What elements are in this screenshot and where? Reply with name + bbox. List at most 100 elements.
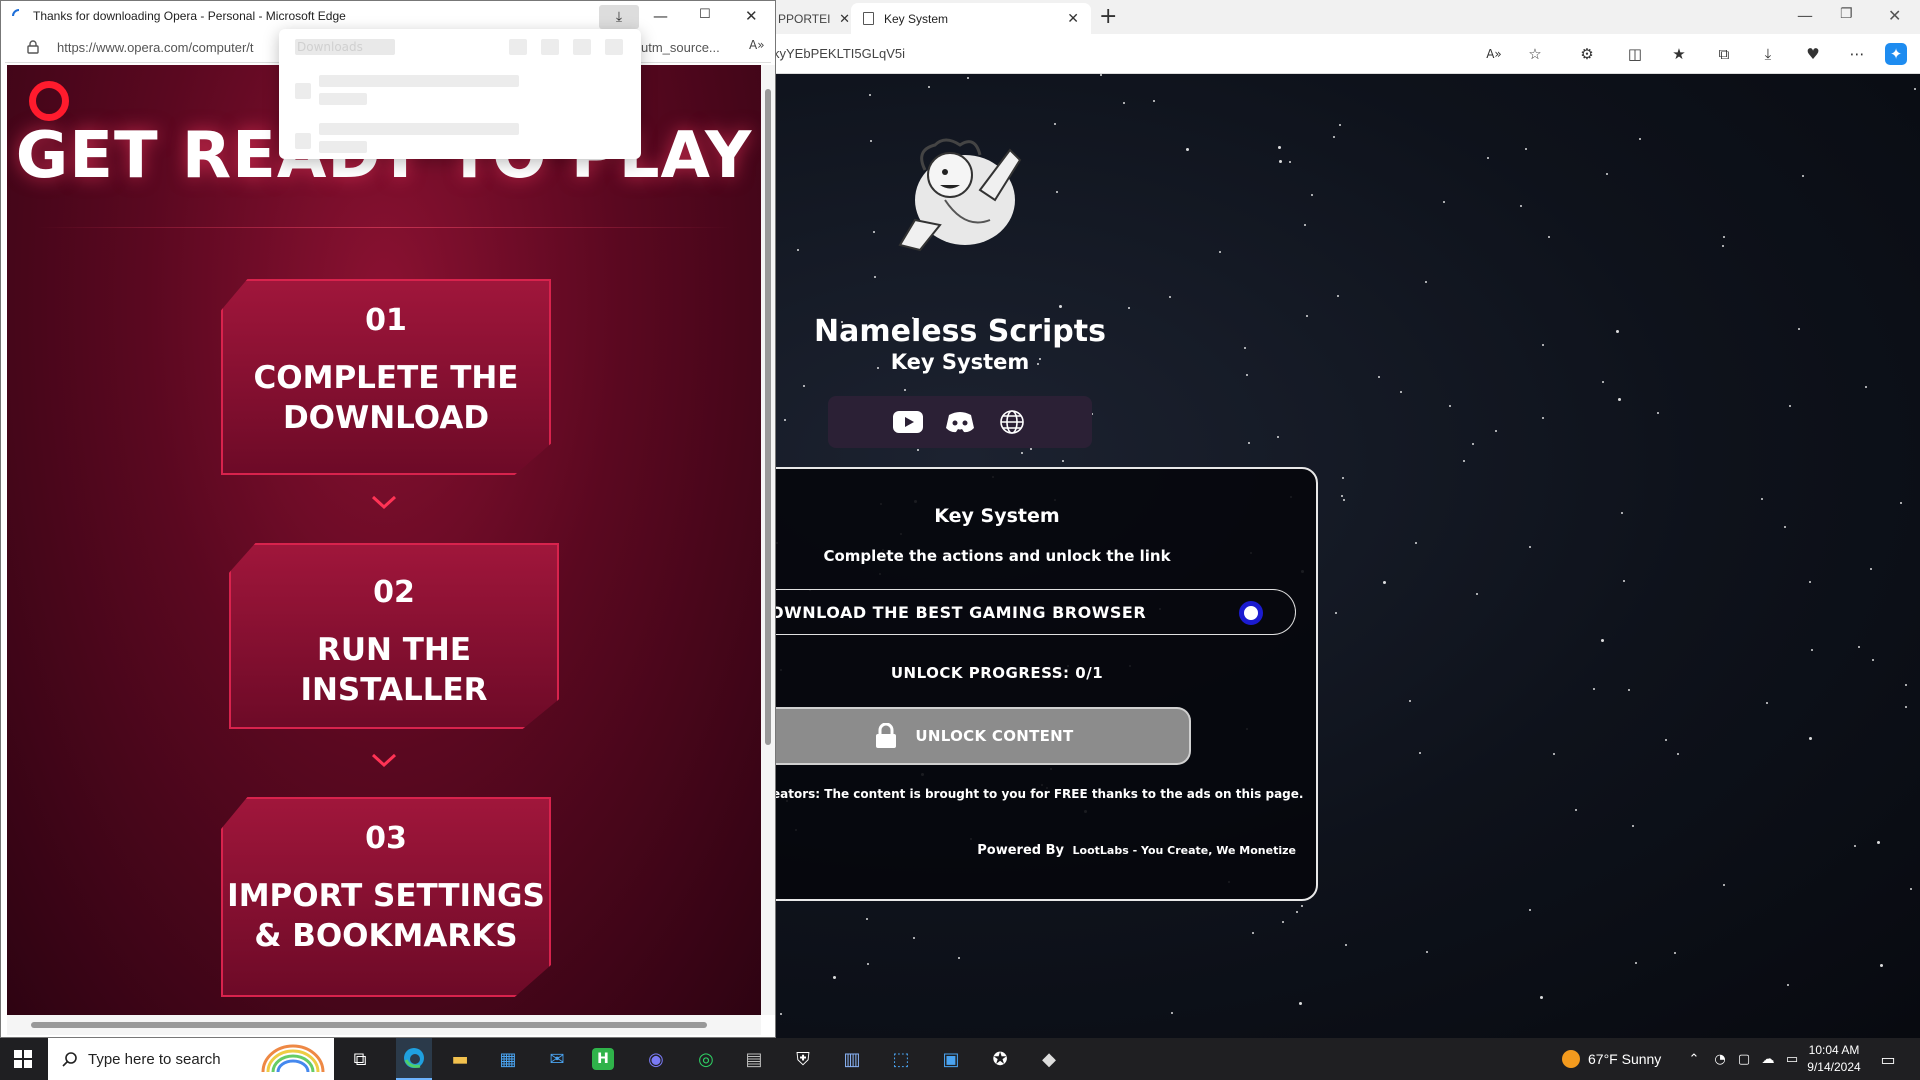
globe-icon[interactable] bbox=[997, 409, 1027, 435]
edge-browser-icon[interactable] bbox=[396, 1038, 432, 1080]
weather-widget[interactable]: 67°F Sunny bbox=[1562, 1050, 1661, 1068]
tab-key-system[interactable]: Key System ✕ bbox=[851, 3, 1091, 34]
star-dot bbox=[1864, 385, 1867, 388]
youtube-icon[interactable] bbox=[893, 409, 923, 435]
read-aloud-icon[interactable]: A» bbox=[749, 38, 765, 52]
tab-supported[interactable]: PPORTEI ✕ bbox=[776, 3, 856, 34]
task-view-icon[interactable]: ⧉ bbox=[346, 1045, 374, 1073]
close-icon[interactable]: ✕ bbox=[839, 11, 850, 27]
star-dot bbox=[1877, 840, 1881, 844]
star-dot bbox=[1529, 545, 1532, 548]
star-dot bbox=[796, 249, 799, 252]
downloads-button[interactable]: ⤓ bbox=[599, 5, 639, 29]
download-item-status bbox=[319, 93, 367, 105]
system-clock[interactable]: 10:04 AM 9/14/2024 bbox=[1802, 1042, 1866, 1076]
notifications-icon[interactable]: ▭ bbox=[1874, 1045, 1902, 1073]
scrollbar-thumb[interactable] bbox=[765, 89, 771, 745]
star-dot bbox=[1808, 581, 1811, 583]
discord-icon[interactable]: ◉ bbox=[642, 1045, 670, 1073]
download-icon[interactable]: ⤓ bbox=[1757, 43, 1779, 65]
more-icon[interactable]: ⋯ bbox=[1846, 43, 1868, 65]
unlock-content-button[interactable]: UNLOCK CONTENT bbox=[760, 707, 1191, 765]
star-dot bbox=[1296, 911, 1299, 914]
window-titlebar: Thanks for downloading Opera - Personal … bbox=[1, 1, 775, 31]
lootlabs-link[interactable]: LootLabs - You Create, We Monetize bbox=[1073, 844, 1296, 857]
star-dot bbox=[1425, 951, 1428, 954]
star-dot bbox=[803, 384, 806, 387]
more-icon[interactable] bbox=[573, 39, 591, 55]
snipping-tool-icon[interactable]: ⬚ bbox=[887, 1045, 915, 1073]
star-dot bbox=[1904, 683, 1907, 686]
download-item-name[interactable] bbox=[319, 75, 519, 87]
star-dot bbox=[1344, 944, 1347, 947]
download-item-name[interactable] bbox=[319, 123, 519, 135]
favorite-star-icon[interactable]: ☆ bbox=[1524, 43, 1546, 65]
star-dot bbox=[1185, 148, 1189, 152]
step-number: 01 bbox=[365, 303, 407, 338]
task-status-radio[interactable] bbox=[1239, 601, 1263, 625]
discord-icon[interactable] bbox=[945, 409, 975, 435]
lock-icon bbox=[876, 723, 897, 748]
url-tail-text: utm_source... bbox=[641, 40, 720, 55]
close-button[interactable]: ✕ bbox=[745, 7, 758, 25]
file-icon bbox=[295, 133, 311, 149]
address-bar[interactable]: kyYEbPEKLTI5GLqV5i bbox=[773, 46, 905, 61]
vertical-scrollbar[interactable] bbox=[761, 65, 775, 1015]
new-tab-button[interactable]: + bbox=[1099, 4, 1117, 29]
star-dot bbox=[783, 419, 786, 422]
scrollbar-thumb[interactable] bbox=[31, 1022, 707, 1028]
system-monitor-icon[interactable]: ▤ bbox=[740, 1045, 768, 1073]
star-dot bbox=[1905, 706, 1908, 709]
star-dot bbox=[1414, 541, 1417, 544]
browser-essentials-icon[interactable]: ♥ bbox=[1802, 43, 1824, 65]
star-dot bbox=[1303, 224, 1306, 227]
star-dot bbox=[928, 86, 931, 89]
read-aloud-icon[interactable]: A» bbox=[1483, 43, 1505, 65]
downloads-flyout: Downloads bbox=[279, 29, 641, 159]
show-hidden-icons-icon[interactable]: ⌃ bbox=[1680, 1045, 1708, 1073]
windows-taskbar: Type here to search ⧉ ▬ ▦ ✉ H ◉ ◎ ▤ ⛨ ▥ … bbox=[0, 1038, 1920, 1080]
open-folder-icon[interactable] bbox=[509, 39, 527, 55]
star-dot bbox=[1872, 658, 1875, 661]
mail-icon[interactable]: ✉ bbox=[543, 1045, 571, 1073]
windows-start-icon[interactable] bbox=[14, 1050, 32, 1068]
star-dot bbox=[1760, 497, 1763, 500]
maximize-button[interactable]: ☐ bbox=[699, 7, 711, 22]
roblox-icon[interactable]: ◆ bbox=[1035, 1045, 1063, 1073]
close-button[interactable]: ✕ bbox=[1888, 6, 1901, 25]
star-dot bbox=[1289, 160, 1292, 163]
taskbar-search-box[interactable]: Type here to search bbox=[48, 1038, 334, 1080]
close-icon[interactable]: ✕ bbox=[1067, 10, 1079, 27]
star-dot bbox=[1476, 592, 1479, 595]
star-dot bbox=[1128, 306, 1131, 309]
notepad-icon[interactable]: ▥ bbox=[838, 1045, 866, 1073]
star-app-icon[interactable]: ✪ bbox=[986, 1045, 1014, 1073]
horizontal-scrollbar[interactable] bbox=[7, 1015, 761, 1035]
star-dot bbox=[1487, 156, 1490, 159]
restore-button[interactable]: ❐ bbox=[1840, 6, 1853, 22]
opera-logo-icon[interactable] bbox=[29, 81, 69, 121]
window-app-icon[interactable]: ▣ bbox=[937, 1045, 965, 1073]
minimize-button[interactable]: — bbox=[653, 7, 668, 25]
task-download-browser[interactable]: OWNLOAD THE BEST GAMING BROWSER bbox=[760, 589, 1296, 635]
h-app-icon[interactable]: H bbox=[592, 1048, 614, 1070]
file-explorer-icon[interactable]: ▬ bbox=[446, 1045, 474, 1073]
star-dot bbox=[1766, 702, 1769, 705]
whatsapp-icon[interactable]: ◎ bbox=[692, 1045, 720, 1073]
microsoft-store-icon[interactable]: ▦ bbox=[494, 1045, 522, 1073]
search-icon[interactable] bbox=[541, 39, 559, 55]
split-screen-icon[interactable]: ◫ bbox=[1624, 43, 1646, 65]
minimize-button[interactable]: — bbox=[1797, 6, 1813, 25]
star-dot bbox=[1443, 200, 1446, 203]
collections-icon[interactable]: ⧉ bbox=[1713, 43, 1735, 65]
pin-icon[interactable] bbox=[605, 39, 623, 55]
star-dot bbox=[1623, 580, 1626, 583]
tab-label: Key System bbox=[884, 11, 949, 26]
star-dot bbox=[1030, 448, 1033, 451]
extensions-icon[interactable]: ⚙ bbox=[1576, 43, 1598, 65]
unlock-progress: UNLOCK PROGRESS: 0/1 bbox=[890, 664, 1104, 682]
copilot-icon[interactable]: ✦ bbox=[1885, 43, 1907, 65]
key-system-card: Key System Complete the actions and unlo… bbox=[760, 467, 1318, 901]
favorites-icon[interactable]: ★ bbox=[1668, 43, 1690, 65]
security-shield-icon[interactable]: ⛨ bbox=[789, 1045, 817, 1073]
